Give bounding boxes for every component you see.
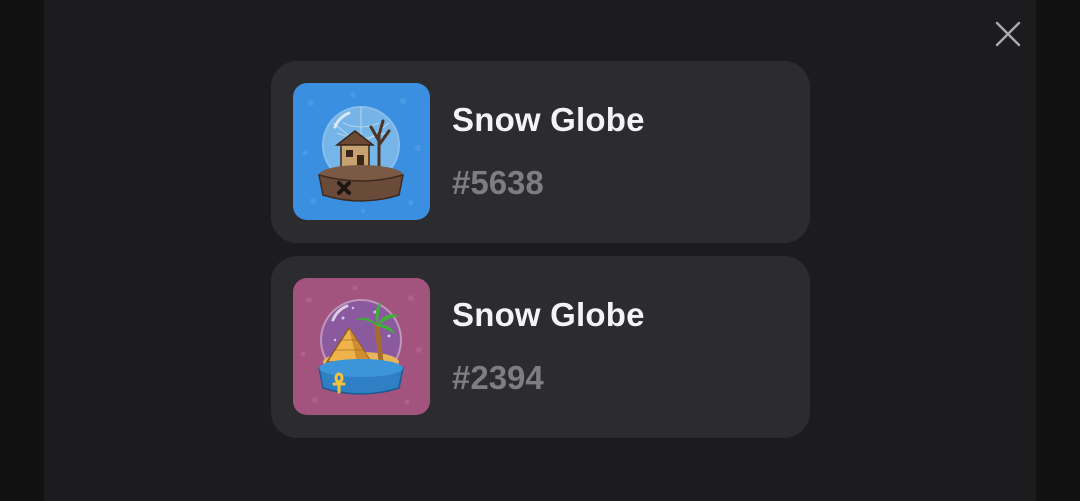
snow-globe-image bbox=[293, 278, 430, 415]
close-icon bbox=[995, 21, 1021, 47]
item-card[interactable]: Snow Globe #2394 bbox=[271, 256, 810, 438]
item-card[interactable]: Snow Globe #5638 bbox=[271, 61, 810, 243]
item-id: #2394 bbox=[452, 359, 544, 396]
item-id: #5638 bbox=[452, 164, 544, 201]
item-title: Snow Globe bbox=[452, 101, 645, 138]
snow-globe-image bbox=[293, 83, 430, 220]
item-title: Snow Globe bbox=[452, 296, 645, 333]
close-button[interactable] bbox=[988, 15, 1028, 53]
